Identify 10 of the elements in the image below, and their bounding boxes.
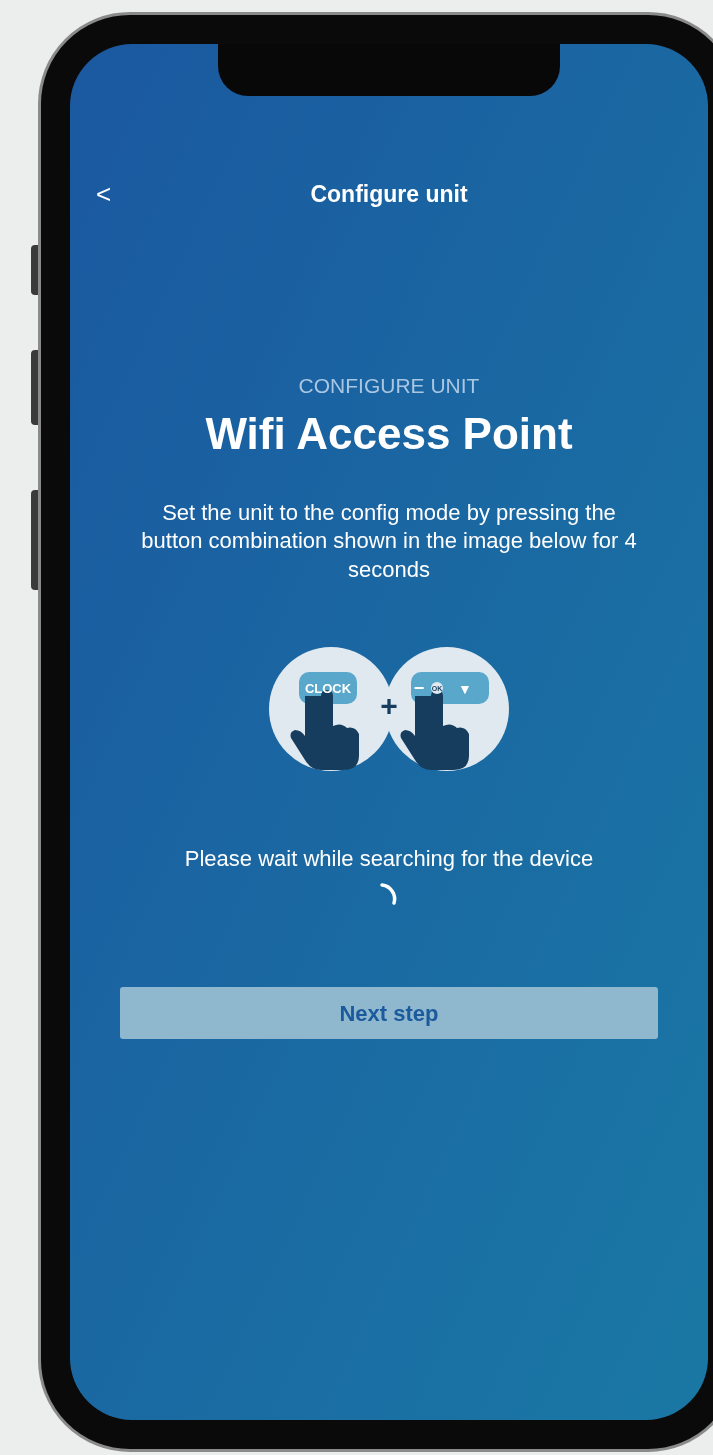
plus-sign: + (380, 689, 398, 723)
step-label: CONFIGURE UNIT (298, 373, 480, 399)
back-button[interactable]: < (96, 181, 112, 207)
key-label: − (413, 678, 425, 699)
key-label: ▼ (458, 681, 472, 698)
instructions-text: Set the unit to the config mode by pressing the button combination shown in the image below for 4 seconds (140, 498, 638, 584)
step-title: Wifi Access Point (205, 407, 573, 460)
key-label: CLOCK (304, 681, 352, 697)
screen-title: Configure unit (310, 179, 468, 209)
status-message: Please wait while searching for the device (184, 845, 594, 874)
